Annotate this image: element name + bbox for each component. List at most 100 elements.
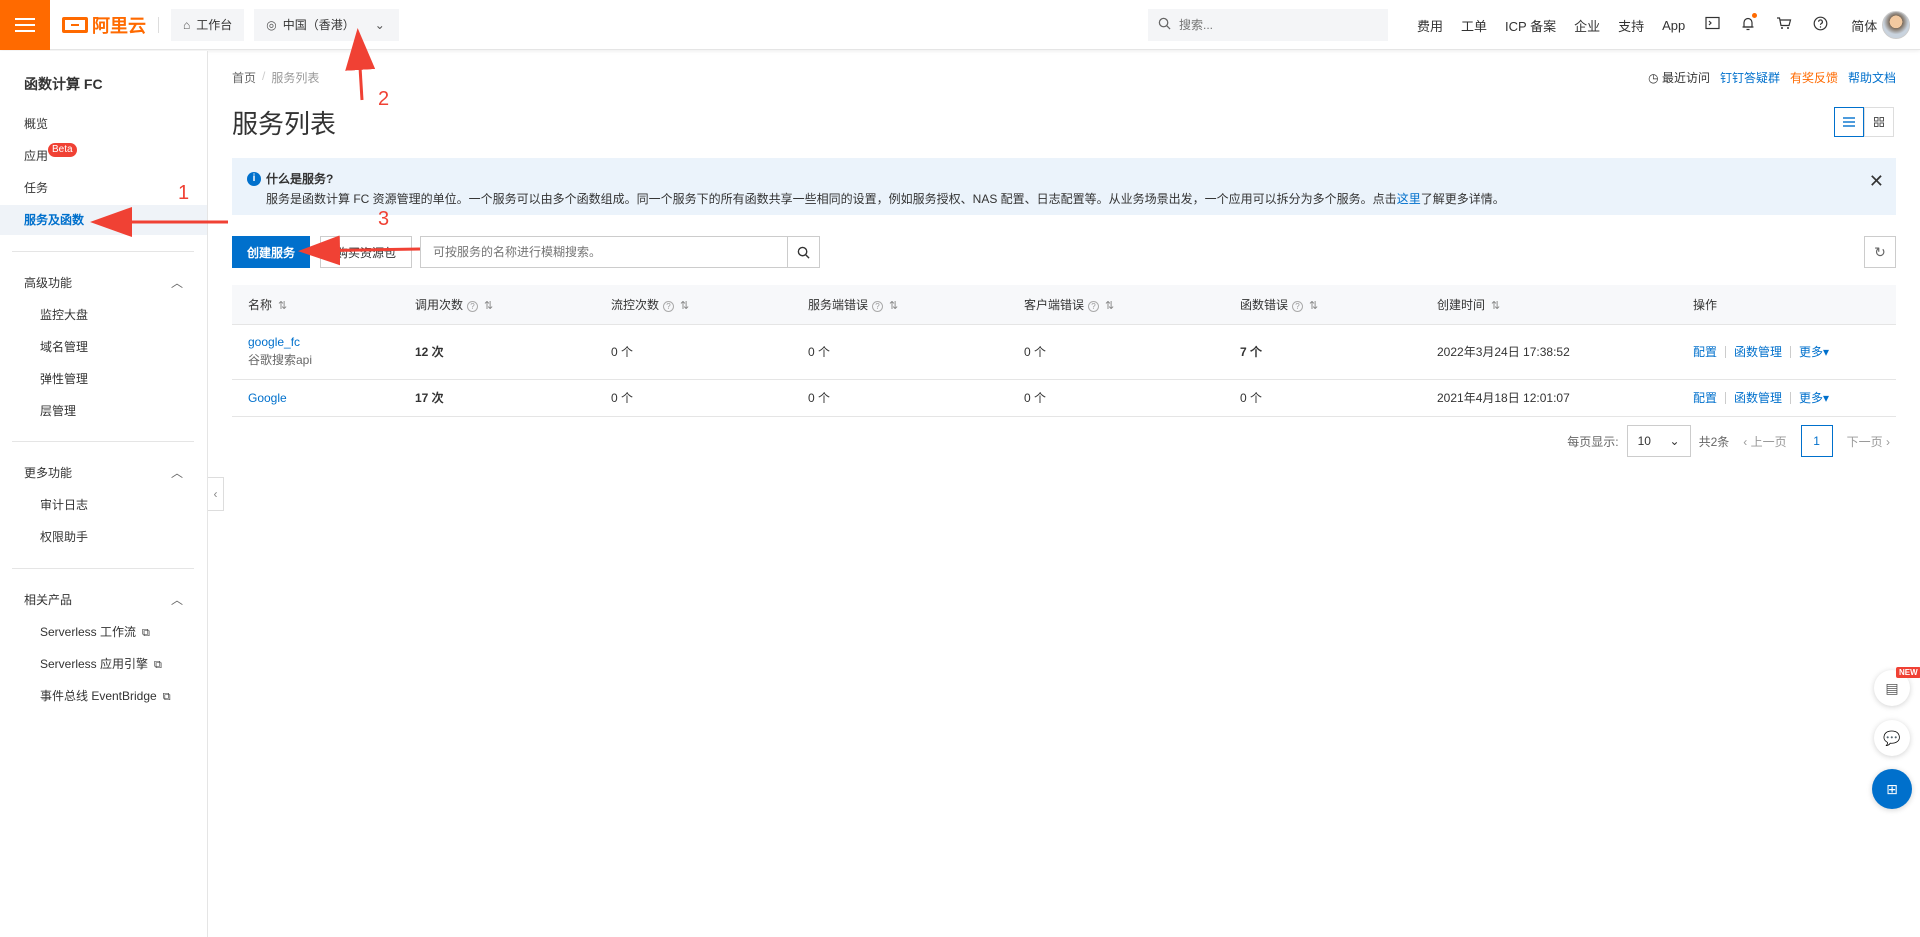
- col-header-server-errors[interactable]: 服务端错误? ⇅: [792, 285, 1008, 325]
- col-header-client-errors[interactable]: 客户端错误? ⇅: [1008, 285, 1224, 325]
- action-divider: [1725, 345, 1727, 358]
- cell-server-errors: 0 个: [792, 379, 1008, 417]
- sort-icon: ⇅: [1105, 299, 1115, 312]
- function-manage-link[interactable]: 函数管理: [1734, 389, 1782, 406]
- global-search-input[interactable]: [1179, 18, 1378, 32]
- sidebar-item-elastic[interactable]: 弹性管理: [0, 364, 207, 394]
- workbench-button[interactable]: ⌂ 工作台: [171, 8, 245, 41]
- col-header-throttle[interactable]: 流控次数? ⇅: [595, 285, 792, 325]
- apps-float-button[interactable]: ⊞: [1872, 769, 1912, 809]
- service-name-link[interactable]: google_fc: [248, 335, 399, 349]
- cart-icon[interactable]: [1766, 16, 1802, 34]
- help-icon[interactable]: [1802, 16, 1838, 35]
- col-header-label: 服务端错误: [808, 297, 869, 312]
- more-dropdown[interactable]: 更多▾: [1799, 343, 1829, 360]
- top-link-ticket[interactable]: 工单: [1452, 16, 1496, 35]
- search-icon: [797, 246, 810, 259]
- top-link-support[interactable]: 支持: [1609, 16, 1653, 35]
- service-table: 名称 ⇅ 调用次数? ⇅ 流控次数? ⇅ 服务端错误? ⇅ 客户端错误? ⇅ 函数错误? ⇅…: [232, 285, 1896, 417]
- sidebar-item-services[interactable]: 服务及函数: [0, 205, 207, 235]
- sidebar-item-eventbridge[interactable]: 事件总线 EventBridge ⧉: [0, 681, 207, 711]
- sidebar-item-layers[interactable]: 层管理: [0, 396, 207, 426]
- sidebar-item-domains[interactable]: 域名管理: [0, 332, 207, 362]
- dingtalk-group-link[interactable]: 钉钉答疑群: [1720, 69, 1780, 86]
- service-search: [420, 236, 821, 268]
- sidebar-item-label: 弹性管理: [40, 372, 89, 386]
- more-dropdown[interactable]: 更多▾: [1799, 389, 1829, 406]
- view-toggle: [1834, 107, 1894, 137]
- feedback-link[interactable]: 有奖反馈: [1790, 69, 1838, 86]
- sidebar-item-serverless-workflow[interactable]: Serverless 工作流 ⧉: [0, 617, 207, 647]
- top-link-billing[interactable]: 费用: [1408, 16, 1452, 35]
- help-docs-link[interactable]: 帮助文档: [1848, 69, 1896, 86]
- col-header-function-errors[interactable]: 函数错误? ⇅: [1224, 285, 1421, 325]
- top-link-app[interactable]: App: [1653, 18, 1694, 33]
- sort-icon: ⇅: [1491, 299, 1501, 312]
- configure-link[interactable]: 配置: [1693, 389, 1717, 406]
- top-link-icp[interactable]: ICP 备案: [1496, 16, 1565, 35]
- buy-resource-pack-button[interactable]: 购买资源包: [320, 236, 413, 268]
- function-manage-link[interactable]: 函数管理: [1734, 343, 1782, 360]
- prev-page-button[interactable]: ‹ 上一页: [1737, 433, 1792, 450]
- next-page-button[interactable]: 下一页 ›: [1841, 433, 1896, 450]
- sidebar-divider: [12, 441, 194, 442]
- language-switch[interactable]: 简体: [1842, 16, 1886, 35]
- apps-icon: ⊞: [1886, 780, 1898, 797]
- refresh-icon: ↻: [1874, 243, 1886, 260]
- sidebar-group-advanced[interactable]: 高级功能 ︿: [0, 268, 207, 298]
- breadcrumb-home[interactable]: 首页: [232, 69, 256, 86]
- location-pin-icon: ◎: [266, 17, 277, 32]
- sort-icon: ⇅: [680, 299, 690, 312]
- annotation-number-3: 3: [378, 208, 390, 230]
- help-icon: ?: [1292, 300, 1304, 312]
- recent-visits-link[interactable]: ◷ 最近访问: [1648, 69, 1710, 86]
- col-header-created[interactable]: 创建时间 ⇅: [1421, 285, 1677, 325]
- refresh-button[interactable]: ↻: [1864, 236, 1896, 268]
- cell-client-errors: 0 个: [1008, 379, 1224, 417]
- chevron-up-icon: ︿: [170, 466, 183, 480]
- global-search[interactable]: [1148, 9, 1388, 41]
- col-header-label: 创建时间: [1437, 297, 1486, 312]
- terminal-icon[interactable]: [1694, 16, 1730, 34]
- col-header-calls[interactable]: 调用次数? ⇅: [399, 285, 595, 325]
- chevron-down-icon: ⌄: [1669, 434, 1680, 448]
- service-search-input[interactable]: [421, 237, 788, 267]
- aliyun-logo[interactable]: 阿里云: [62, 12, 146, 38]
- sidebar-item-tasks[interactable]: 任务: [0, 173, 207, 203]
- annotation-number-2: 2: [378, 88, 390, 110]
- sidebar-item-audit[interactable]: 审计日志: [0, 490, 207, 520]
- sidebar-item-apps[interactable]: 应用 Beta: [0, 141, 207, 171]
- info-learn-more-link[interactable]: 这里: [1397, 192, 1421, 206]
- sidebar-item-monitor[interactable]: 监控大盘: [0, 300, 207, 330]
- service-name-link[interactable]: Google: [248, 391, 399, 405]
- col-header-label: 名称: [248, 297, 273, 312]
- user-avatar[interactable]: [1882, 11, 1910, 39]
- list-view-button[interactable]: [1834, 107, 1864, 137]
- hamburger-menu-button[interactable]: [0, 0, 50, 50]
- sidebar-item-sae[interactable]: Serverless 应用引擎 ⧉: [0, 649, 207, 679]
- help-icon: ?: [663, 300, 675, 312]
- external-link-icon: ⧉: [154, 659, 162, 671]
- chat-float-button[interactable]: 💬: [1874, 720, 1910, 756]
- bell-icon[interactable]: [1730, 12, 1766, 35]
- sidebar-group-more[interactable]: 更多功能 ︿: [0, 458, 207, 488]
- sidebar-group-related[interactable]: 相关产品 ︿: [0, 585, 207, 615]
- top-link-enterprise[interactable]: 企业: [1565, 16, 1609, 35]
- notification-dot: [1752, 12, 1758, 18]
- sidebar-item-permission[interactable]: 权限助手: [0, 522, 207, 552]
- grid-view-button[interactable]: [1864, 107, 1894, 137]
- configure-link[interactable]: 配置: [1693, 343, 1717, 360]
- caret-down-icon: ▾: [1823, 345, 1830, 359]
- page-number-button[interactable]: 1: [1800, 425, 1833, 457]
- close-icon[interactable]: ✕: [1869, 172, 1884, 190]
- sidebar-collapse-button[interactable]: ‹: [208, 477, 224, 511]
- help-icon: ?: [1088, 300, 1100, 312]
- col-header-name[interactable]: 名称 ⇅: [232, 285, 399, 325]
- page-size-select[interactable]: 10 ⌄: [1626, 425, 1691, 457]
- create-service-button[interactable]: 创建服务: [232, 236, 311, 268]
- sidebar-item-overview[interactable]: 概览: [0, 109, 207, 139]
- search-button[interactable]: [787, 237, 819, 267]
- service-description: 谷歌搜索api: [248, 353, 313, 367]
- list-icon: [1843, 117, 1855, 127]
- region-selector[interactable]: ◎ 中国（香港） ⌄: [254, 8, 399, 41]
